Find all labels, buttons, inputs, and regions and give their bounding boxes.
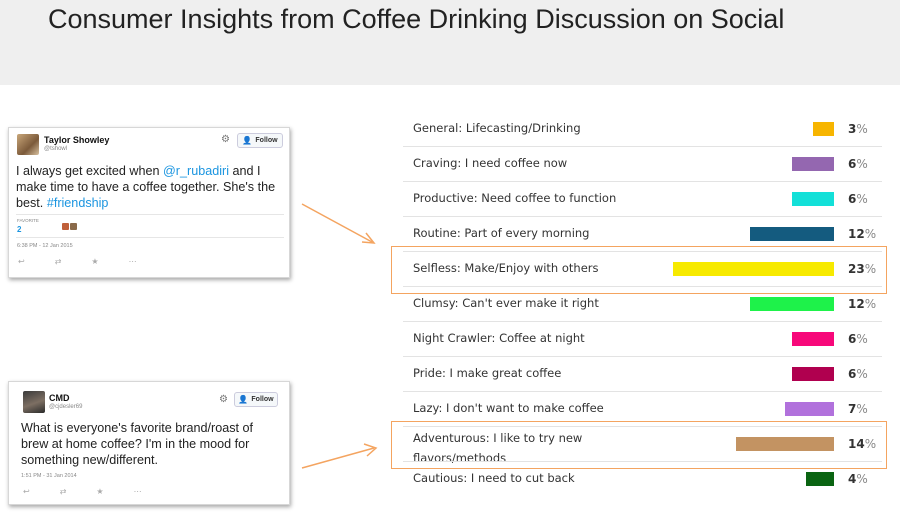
bar-value-label: 6%: [848, 192, 868, 206]
bar: [792, 192, 834, 206]
percent-symbol: %: [864, 227, 877, 241]
bar-value-label: 12%: [848, 297, 876, 311]
bar-label: Routine: Part of every morning: [413, 223, 589, 243]
bar-value-label: 7%: [848, 402, 868, 416]
percent-symbol: %: [856, 122, 868, 136]
bar-label: Cautious: I need to cut back: [413, 468, 575, 488]
percent-symbol: %: [856, 367, 868, 381]
percent-symbol: %: [856, 472, 868, 486]
slide: Consumer Insights from Coffee Drinking D…: [0, 0, 900, 519]
highlight-box: [391, 246, 887, 294]
bar: [792, 367, 834, 381]
row-divider: [403, 181, 882, 182]
bar: [785, 402, 834, 416]
highlight-box: [391, 421, 887, 469]
bar-label-line: Lazy: I don't want to make coffee: [413, 401, 604, 415]
bar-label: Night Crawler: Coffee at night: [413, 328, 585, 348]
bar-label: Craving: I need coffee now: [413, 153, 567, 173]
bar-value-label: 4%: [848, 472, 868, 486]
row-divider: [403, 216, 882, 217]
bar-value-label: 6%: [848, 367, 868, 381]
bar-value-label: 12%: [848, 227, 876, 241]
bar-label-line: Pride: I make great coffee: [413, 366, 562, 380]
percent-symbol: %: [856, 402, 868, 416]
bar-label: Productive: Need coffee to function: [413, 188, 616, 208]
row-divider: [403, 146, 882, 147]
bar-label: Lazy: I don't want to make coffee: [413, 398, 604, 418]
bar: [750, 227, 834, 241]
bar: [813, 122, 834, 136]
percent-symbol: %: [864, 297, 877, 311]
arrow-line-1: [301, 203, 373, 243]
bar: [750, 297, 834, 311]
bar-label: Pride: I make great coffee: [413, 363, 561, 383]
bar-value: 12: [848, 227, 865, 241]
percent-symbol: %: [856, 157, 868, 171]
bar-label-line: Clumsy: Can't ever make it right: [413, 296, 599, 310]
bar-label-line: Night Crawler: Coffee at night: [413, 331, 585, 345]
bar-value-label: 6%: [848, 332, 868, 346]
bar-value-label: 6%: [848, 157, 868, 171]
bar-label-line: General: Lifecasting/Drinking: [413, 121, 581, 135]
bar: [792, 157, 834, 171]
arrow-line-2: [301, 447, 375, 469]
percent-symbol: %: [856, 332, 868, 346]
row-divider: [403, 391, 882, 392]
percent-symbol: %: [856, 192, 868, 206]
bar-label: General: Lifecasting/Drinking: [413, 118, 581, 138]
bar-label-line: Routine: Part of every morning: [413, 226, 590, 240]
bar-label-line: Productive: Need coffee to function: [413, 191, 617, 205]
bar-label-line: Cautious: I need to cut back: [413, 471, 575, 485]
bar: [806, 472, 834, 486]
bar-value-label: 3%: [848, 122, 868, 136]
bar-label-line: Craving: I need coffee now: [413, 156, 568, 170]
bar: [792, 332, 834, 346]
row-divider: [403, 356, 882, 357]
row-divider: [403, 321, 882, 322]
bar-value: 12: [848, 297, 865, 311]
bar-label: Clumsy: Can't ever make it right: [413, 293, 599, 313]
